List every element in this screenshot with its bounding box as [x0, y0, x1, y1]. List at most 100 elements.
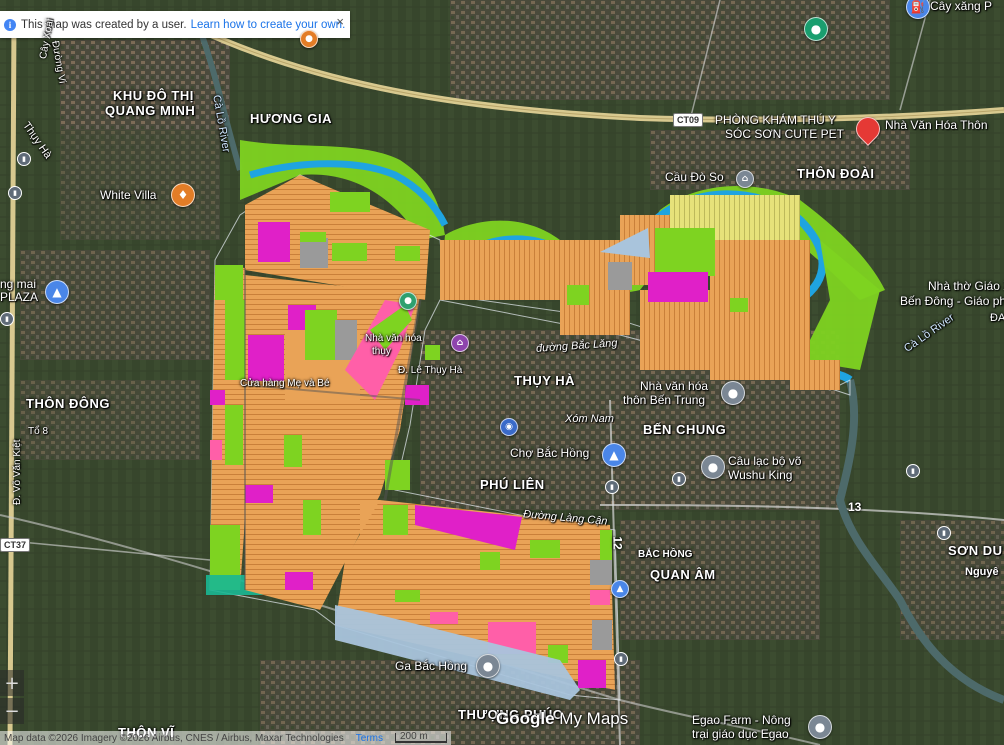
commercial-plot [578, 660, 606, 688]
lot-block [790, 360, 840, 390]
scale-bar[interactable]: 200 m [394, 732, 447, 743]
green-plot [567, 285, 589, 305]
farm-icon[interactable]: ● [808, 715, 832, 739]
poi-label: Nhà văn hóa [365, 333, 422, 344]
bus-stop-icon[interactable]: ▮ [906, 464, 920, 478]
project-logo-icon[interactable]: ◉ [500, 418, 518, 436]
green-plot [730, 298, 748, 312]
sports-icon[interactable]: ● [701, 455, 725, 479]
green-plot [215, 265, 243, 300]
attribution-bar: Map data ©2026 Imagery ©2026 Airbus, CNE… [0, 731, 451, 745]
area-label: SƠN DU [948, 543, 1003, 558]
lot-block [710, 240, 810, 380]
route-shield: CT37 [0, 538, 31, 552]
bus-stop-icon[interactable]: ▮ [17, 152, 31, 166]
shopping-icon[interactable]: ▲ [45, 280, 69, 304]
poi-label[interactable]: Cây xăng P [930, 0, 992, 13]
commercial-plot [285, 572, 313, 590]
market-icon[interactable]: ▲ [602, 443, 626, 467]
commercial-plot [210, 390, 225, 405]
area-label: THÔN ĐÔNG [26, 396, 110, 411]
bus-stop-icon[interactable]: ▮ [614, 652, 628, 666]
worship-icon[interactable]: ⌂ [451, 334, 469, 352]
commercial-plot [405, 385, 429, 405]
green-plot [225, 405, 243, 465]
poi-label[interactable]: Nhà văn hóa [640, 379, 708, 393]
zoom-in-button[interactable]: + [0, 670, 24, 696]
area-label: PHÚ LIÊN [480, 477, 545, 492]
poi-label[interactable]: Wushu King [728, 468, 792, 482]
urban-area [20, 250, 210, 360]
bar-icon[interactable]: ♦ [171, 183, 195, 207]
area-label: BẮC HỒNG [638, 549, 693, 560]
public-plot [590, 560, 612, 585]
bus-stop-icon[interactable]: ▮ [605, 480, 619, 494]
logo-google: Google [496, 709, 555, 728]
commercial-plot [245, 485, 273, 503]
food-icon[interactable]: ● [300, 30, 318, 48]
poi-label[interactable]: SÓC SƠN CUTE PET [725, 127, 844, 141]
green-plot [284, 435, 302, 467]
poi-label[interactable]: PHÒNG KHÁM THÚ Y [715, 113, 836, 127]
pink-plot [210, 440, 222, 460]
close-icon[interactable]: × [336, 14, 344, 29]
poi-label: thụy [372, 346, 391, 357]
pink-plot [590, 590, 610, 605]
bridge-icon[interactable]: ⌂ [736, 170, 754, 188]
green-plot [480, 552, 500, 570]
urban-area [450, 0, 890, 100]
train-station-icon[interactable]: ● [476, 654, 500, 678]
logo-my-maps: My Maps [554, 709, 629, 728]
poi-label[interactable]: Cầu Đò So [665, 170, 724, 184]
learn-link[interactable]: Learn how to create your own. [191, 19, 346, 31]
green-plot [330, 192, 370, 212]
info-icon: i [4, 18, 16, 31]
poi-label[interactable]: thôn Bến Trung [623, 393, 705, 407]
poi-label[interactable]: trại giáo dục Egao [692, 727, 789, 741]
area-label: QUAN ÂM [650, 567, 716, 582]
commercial-plot [648, 272, 708, 302]
road-label: Đ. Lê Thụy Hà [398, 365, 463, 376]
green-plot [332, 243, 367, 261]
public-plot [300, 238, 328, 268]
poi-label[interactable]: Chợ Bắc Hồng [510, 446, 589, 460]
poi-label[interactable]: Egao Farm - Nông [692, 713, 791, 727]
green-plot [395, 246, 420, 261]
map-data-credit: Map data ©2026 Imagery ©2026 Airbus, CNE… [4, 732, 344, 744]
bus-stop-icon[interactable]: ▮ [672, 472, 686, 486]
area-label: BẾN CHUNG [643, 422, 727, 437]
poi-label[interactable]: Bến Đông - Giáo phận [900, 294, 1004, 308]
terms-link[interactable]: Terms [356, 733, 383, 744]
road-label: Nguyê [965, 566, 999, 578]
poi-label[interactable]: PLAZA [0, 290, 38, 304]
urban-area [60, 130, 220, 240]
area-label: KHU ĐÔ THỊ [113, 88, 194, 103]
public-plot [592, 620, 612, 650]
hamlet-label: Xóm Nam [565, 413, 614, 425]
area-label: QUANG MINH [105, 103, 196, 118]
shop-icon[interactable]: ▲ [611, 580, 629, 598]
green-plot [425, 345, 440, 360]
green-plot [300, 232, 326, 242]
bus-stop-icon[interactable]: ▮ [0, 312, 14, 326]
poi-label[interactable]: White Villa [100, 188, 156, 202]
area-label: HƯƠNG GIA [250, 111, 332, 126]
poi-label[interactable]: Ga Bắc Hồng [395, 659, 467, 673]
public-plot [335, 320, 357, 360]
green-plot [395, 590, 420, 602]
poi-label[interactable]: Câu lạc bộ võ [728, 454, 801, 468]
poi-label[interactable]: Nhà Văn Hóa Thôn [885, 118, 988, 132]
zoom-out-button[interactable]: − [0, 698, 24, 724]
park-icon[interactable]: ● [399, 292, 417, 310]
park-icon[interactable]: ● [804, 17, 828, 41]
bus-stop-icon[interactable]: ▮ [8, 186, 22, 200]
green-plot [225, 300, 245, 380]
poi-label[interactable]: Nhà thờ Giáo X [928, 279, 1004, 293]
community-icon[interactable]: ● [721, 381, 745, 405]
road-label: Đ. Võ Văn Kiệt [12, 439, 23, 505]
bus-stop-icon[interactable]: ▮ [937, 526, 951, 540]
green-plot [655, 228, 715, 276]
commercial-plot [258, 222, 290, 262]
commercial-plot [248, 335, 284, 381]
pink-plot [430, 612, 458, 624]
